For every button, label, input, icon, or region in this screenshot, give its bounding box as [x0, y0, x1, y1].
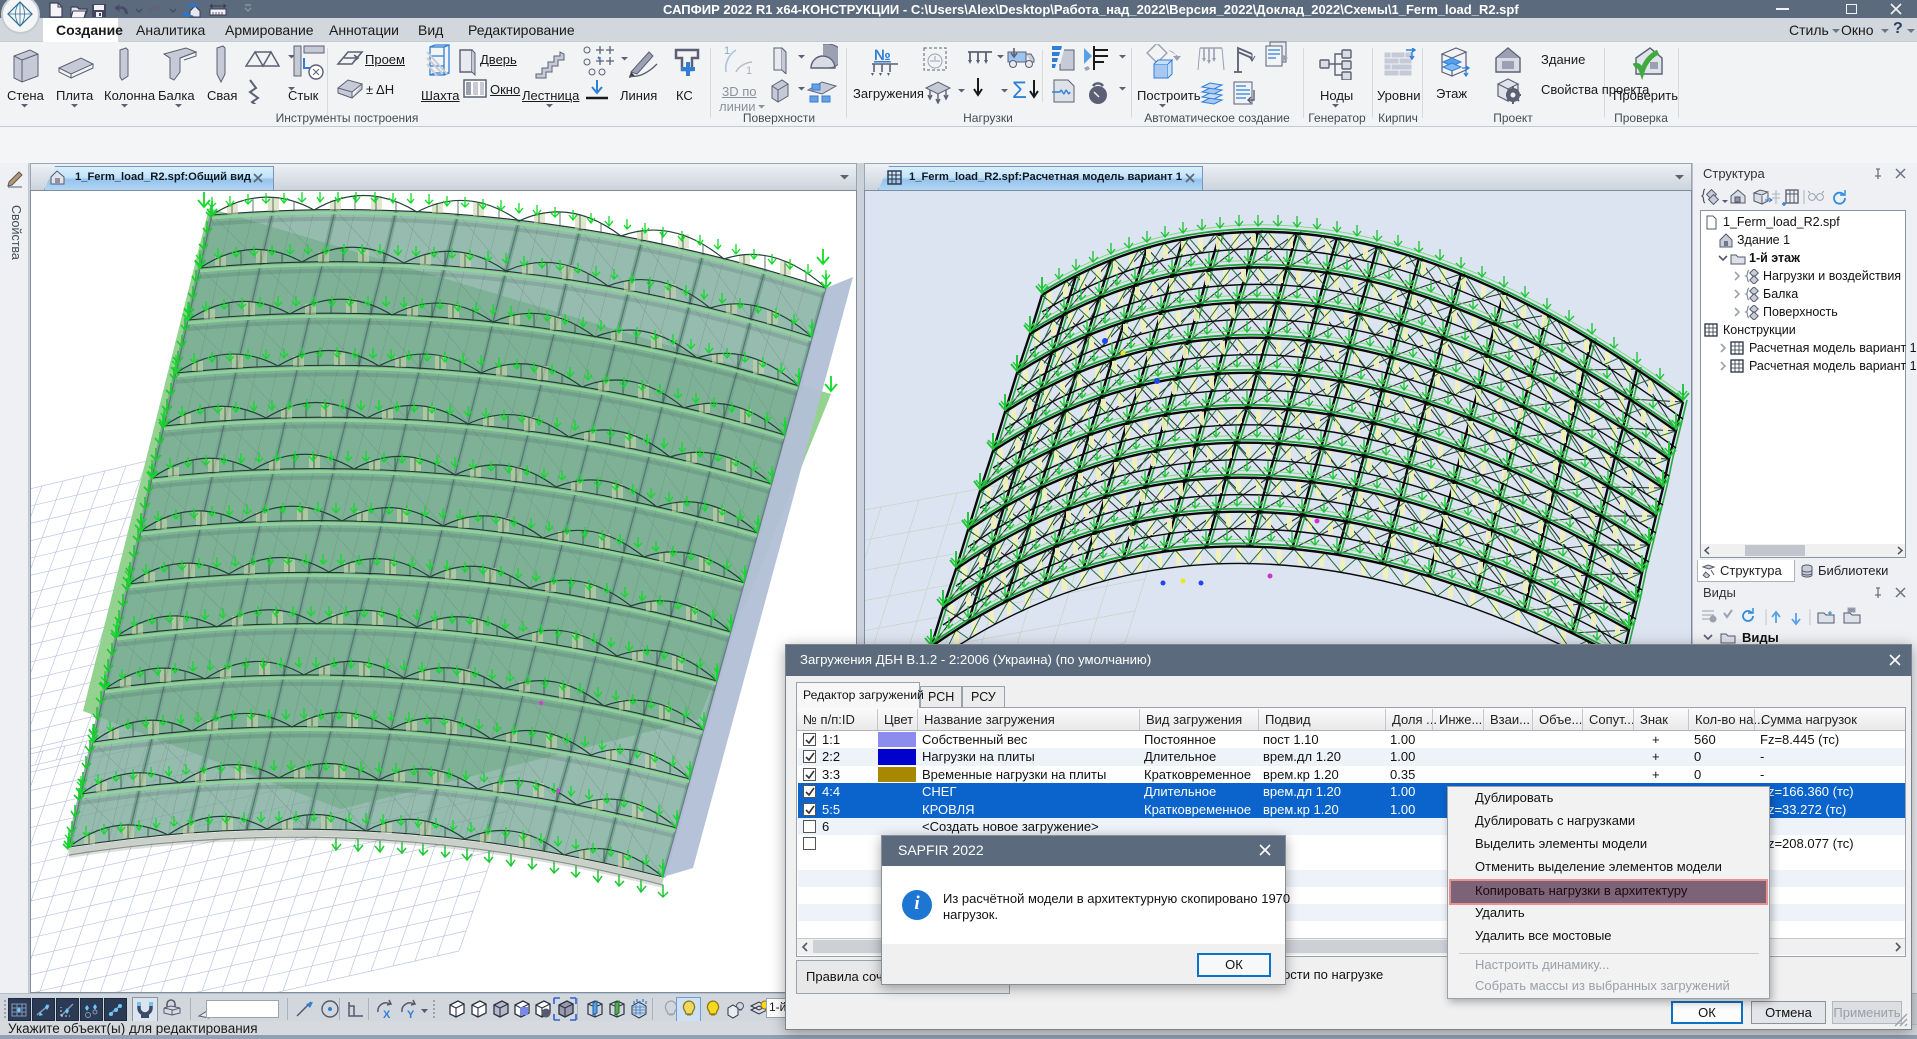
svg-text:X: X — [383, 1009, 391, 1021]
svg-text:Σ: Σ — [1012, 77, 1027, 104]
svg-text:Y: Y — [407, 1009, 415, 1021]
svg-text:1: 1 — [724, 45, 730, 57]
svg-text:1: 1 — [746, 65, 752, 77]
svg-text:№: № — [874, 47, 891, 64]
